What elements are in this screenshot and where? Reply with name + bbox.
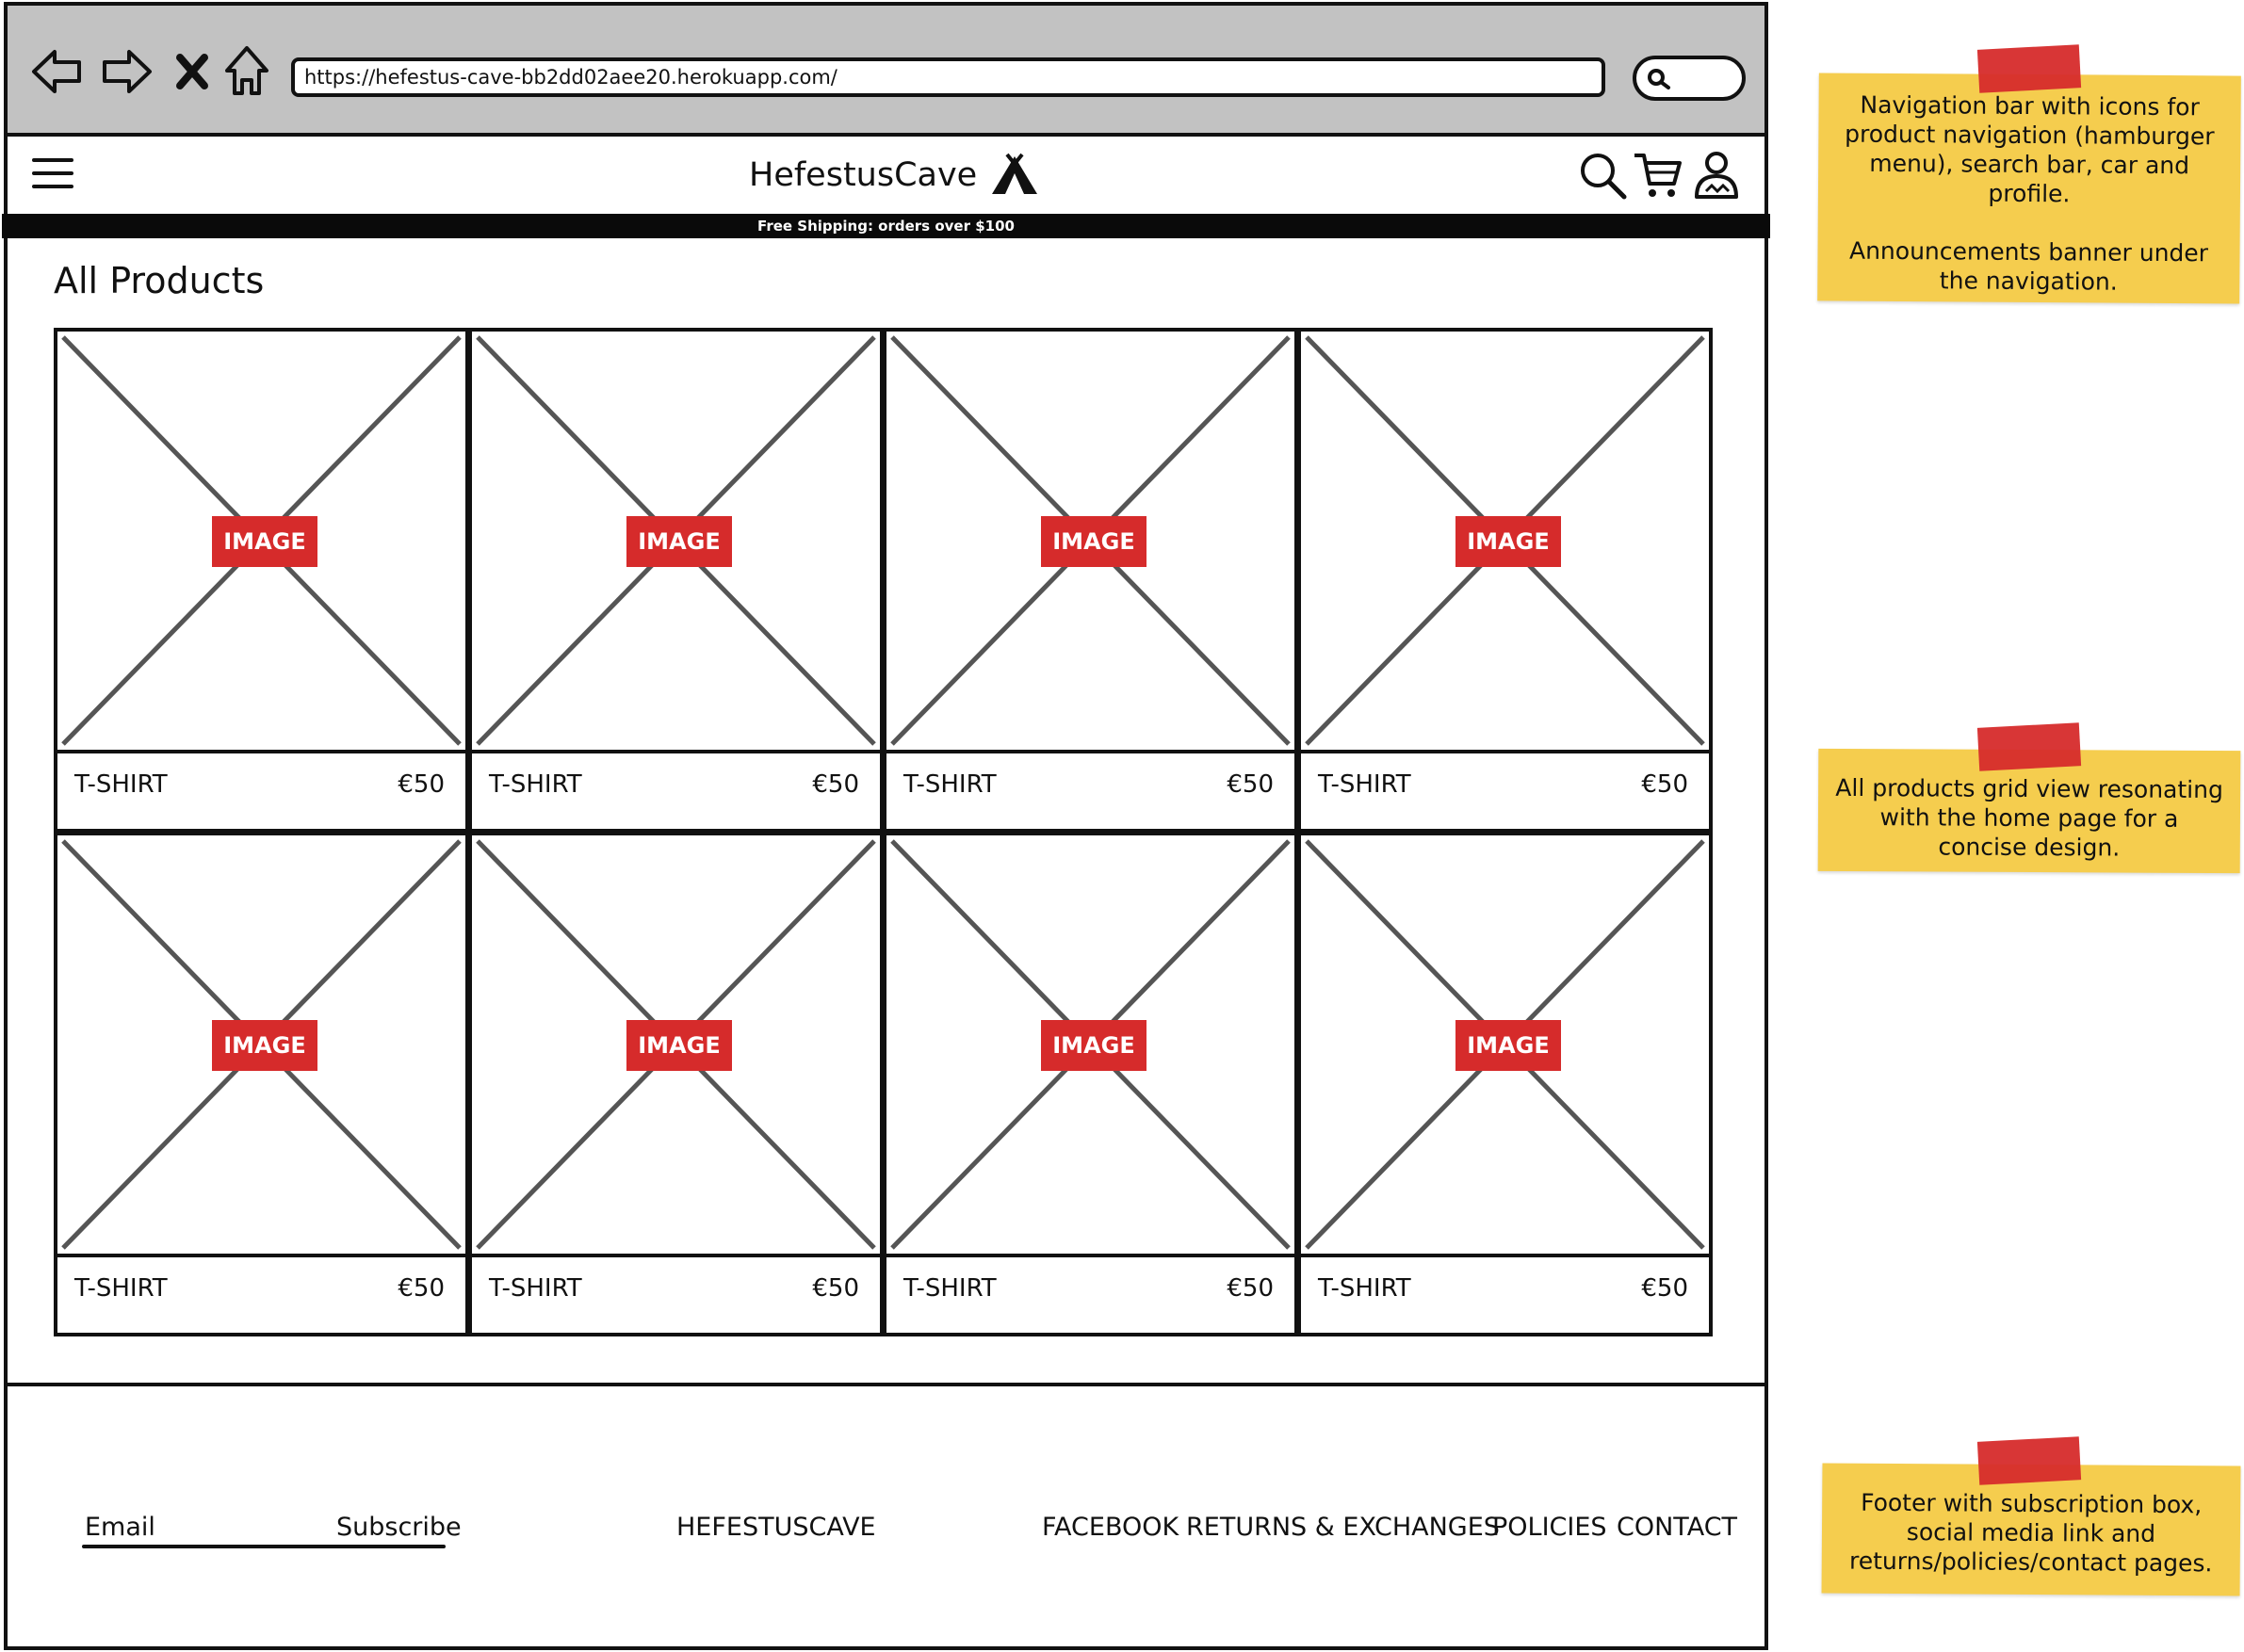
- image-label: IMAGE: [1041, 1020, 1146, 1071]
- product-name: T-SHIRT: [489, 1274, 582, 1303]
- url-bar[interactable]: https://hefestus-cave-bb2dd02aee20.herok…: [291, 57, 1605, 97]
- product-name: T-SHIRT: [903, 770, 997, 799]
- profile-icon[interactable]: [1691, 148, 1742, 201]
- product-image-placeholder[interactable]: IMAGE: [886, 332, 1294, 753]
- image-label: IMAGE: [212, 1020, 317, 1071]
- browser-search-box[interactable]: [1633, 56, 1746, 101]
- product-card[interactable]: IMAGE T-SHIRT €50: [468, 832, 884, 1336]
- brand[interactable]: HefestusCave: [749, 153, 1039, 198]
- note-text: Footer with subscription box, social med…: [1848, 1488, 2213, 1578]
- image-label: IMAGE: [626, 516, 732, 567]
- product-card[interactable]: IMAGE T-SHIRT €50: [883, 832, 1298, 1336]
- product-card[interactable]: IMAGE T-SHIRT €50: [468, 328, 884, 833]
- brand-name: HefestusCave: [749, 156, 978, 194]
- tape: [1976, 722, 2082, 771]
- footer-brand: HEFESTUSCAVE: [676, 1513, 876, 1542]
- product-name: T-SHIRT: [74, 770, 168, 799]
- page-title: All Products: [54, 260, 265, 301]
- product-card[interactable]: IMAGE T-SHIRT €50: [1297, 328, 1713, 833]
- image-label: IMAGE: [212, 516, 317, 567]
- product-card[interactable]: IMAGE T-SHIRT €50: [54, 832, 469, 1336]
- product-image-placeholder[interactable]: IMAGE: [57, 835, 465, 1257]
- image-label: IMAGE: [626, 1020, 732, 1071]
- product-price: €50: [1641, 1274, 1688, 1303]
- footer-link-contact[interactable]: CONTACT: [1617, 1512, 1737, 1544]
- product-image-placeholder[interactable]: IMAGE: [1301, 835, 1709, 1257]
- footer-link-policies[interactable]: POLICIES: [1492, 1512, 1607, 1544]
- close-icon[interactable]: [163, 42, 221, 101]
- product-price: €50: [398, 770, 445, 799]
- hamburger-icon[interactable]: [30, 151, 75, 196]
- image-label: IMAGE: [1455, 516, 1561, 567]
- email-field[interactable]: Email: [85, 1512, 155, 1544]
- image-label: IMAGE: [1041, 516, 1146, 567]
- tape: [1976, 44, 2082, 93]
- product-image-placeholder[interactable]: IMAGE: [1301, 332, 1709, 753]
- product-price: €50: [812, 770, 859, 799]
- footer-link-facebook[interactable]: FACEBOOK: [1042, 1512, 1179, 1544]
- search-icon[interactable]: [1577, 148, 1628, 201]
- product-price: €50: [1641, 770, 1688, 799]
- product-name: T-SHIRT: [1318, 1274, 1411, 1303]
- product-image-placeholder[interactable]: IMAGE: [472, 835, 880, 1257]
- product-price: €50: [812, 1274, 859, 1303]
- note-text: All products grid view resonating with t…: [1835, 773, 2223, 862]
- product-name: T-SHIRT: [903, 1274, 997, 1303]
- product-name: T-SHIRT: [74, 1274, 168, 1303]
- product-price: €50: [1227, 770, 1274, 799]
- product-card[interactable]: IMAGE T-SHIRT €50: [1297, 832, 1713, 1336]
- announcement-banner: Free Shipping: orders over $100: [2, 214, 1770, 238]
- product-image-placeholder[interactable]: IMAGE: [886, 835, 1294, 1257]
- tape: [1976, 1436, 2082, 1485]
- home-icon[interactable]: [218, 42, 276, 101]
- footer-link-returns[interactable]: RETURNS & EXCHANGES: [1186, 1512, 1500, 1544]
- image-label: IMAGE: [1455, 1020, 1561, 1071]
- sticky-note-navigation: Navigation bar with icons for product na…: [1817, 73, 2241, 304]
- sticky-note-footer: Footer with subscription box, social med…: [1821, 1463, 2241, 1596]
- search-icon: [1648, 69, 1670, 89]
- subscribe-button[interactable]: Subscribe: [336, 1512, 462, 1544]
- email-field-underline: [82, 1545, 446, 1548]
- tent-icon: [992, 153, 1038, 194]
- product-image-placeholder[interactable]: IMAGE: [57, 332, 465, 753]
- note-text: Announcements banner under the navigatio…: [1848, 236, 2209, 296]
- product-name: T-SHIRT: [1318, 770, 1411, 799]
- back-arrow-icon[interactable]: [28, 42, 87, 101]
- product-price: €50: [398, 1274, 445, 1303]
- forward-arrow-icon[interactable]: [97, 42, 155, 101]
- product-name: T-SHIRT: [489, 770, 582, 799]
- product-price: €50: [1227, 1274, 1274, 1303]
- cart-icon[interactable]: [1633, 148, 1683, 201]
- note-text: Navigation bar with icons for product na…: [1845, 90, 2215, 208]
- product-image-placeholder[interactable]: IMAGE: [472, 332, 880, 753]
- product-card[interactable]: IMAGE T-SHIRT €50: [54, 328, 469, 833]
- product-card[interactable]: IMAGE T-SHIRT €50: [883, 328, 1298, 833]
